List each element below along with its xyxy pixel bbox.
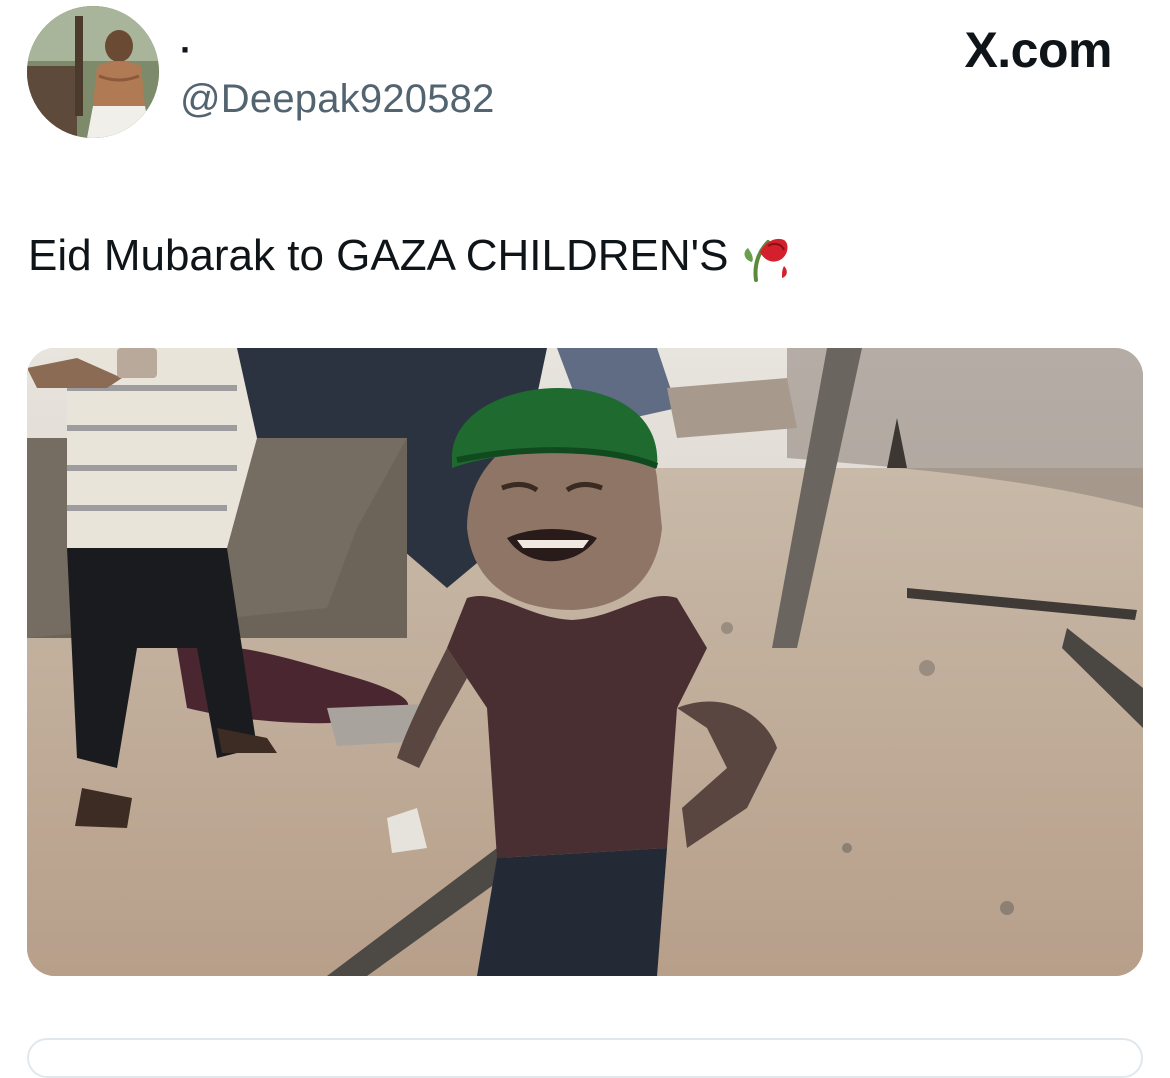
avatar[interactable]	[27, 6, 159, 138]
user-handle[interactable]: @Deepak920582	[180, 76, 495, 122]
display-name[interactable]: ·	[180, 30, 192, 70]
tweet-photo	[27, 348, 1143, 976]
tweet-text: Eid Mubarak to GAZA CHILDREN'S	[28, 222, 796, 283]
avatar-photo	[27, 6, 159, 138]
brand-label: X.com	[964, 22, 1112, 78]
tweet-text-content: Eid Mubarak to GAZA CHILDREN'S	[28, 231, 729, 280]
tweet-image[interactable]	[27, 348, 1143, 976]
bottom-card-edge	[27, 1038, 1143, 1078]
wilted-rose-icon	[738, 222, 796, 282]
